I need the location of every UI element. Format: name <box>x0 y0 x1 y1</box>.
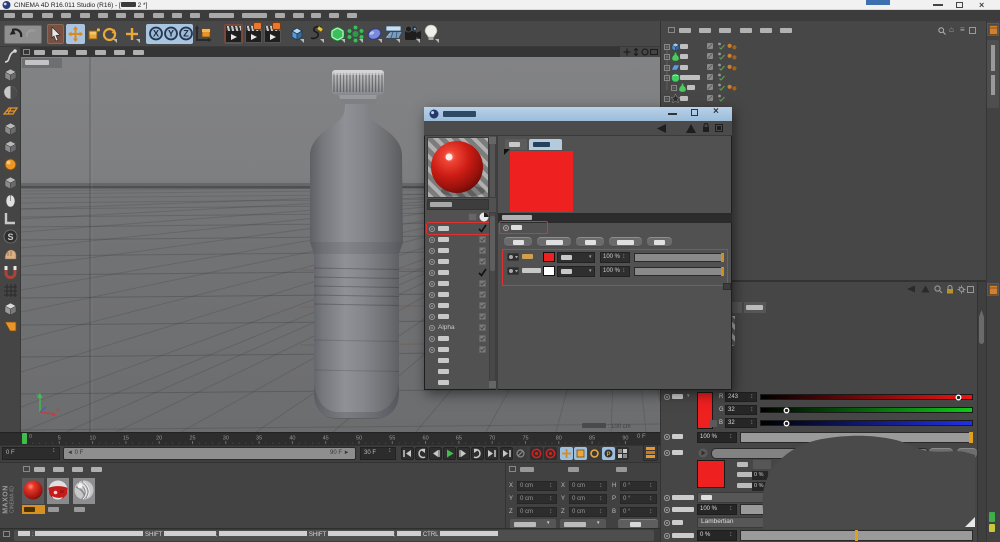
svg-text:80: 80 <box>556 436 562 442</box>
svg-text:35: 35 <box>256 436 262 442</box>
svg-text:90: 90 <box>622 436 628 442</box>
svg-text:70: 70 <box>489 436 495 442</box>
svg-text:85: 85 <box>589 436 595 442</box>
svg-text:20: 20 <box>156 436 162 442</box>
svg-text:40: 40 <box>289 436 295 442</box>
svg-text:10: 10 <box>90 436 96 442</box>
svg-text:25: 25 <box>189 436 195 442</box>
svg-text:45: 45 <box>323 436 329 442</box>
svg-text:S: S <box>7 232 13 242</box>
svg-text:55: 55 <box>389 436 395 442</box>
svg-text:50: 50 <box>356 436 362 442</box>
svg-text:30: 30 <box>223 436 229 442</box>
svg-text:60: 60 <box>423 436 429 442</box>
svg-text:Y: Y <box>36 394 40 400</box>
svg-text:Y: Y <box>168 29 174 39</box>
svg-text:15: 15 <box>123 436 129 442</box>
svg-text:75: 75 <box>522 436 528 442</box>
svg-text:65: 65 <box>456 436 462 442</box>
svg-text:P: P <box>606 452 610 458</box>
svg-text:X: X <box>153 29 159 39</box>
svg-text:Z: Z <box>183 29 189 39</box>
svg-text:5: 5 <box>58 436 61 442</box>
svg-text:X: X <box>56 408 60 414</box>
